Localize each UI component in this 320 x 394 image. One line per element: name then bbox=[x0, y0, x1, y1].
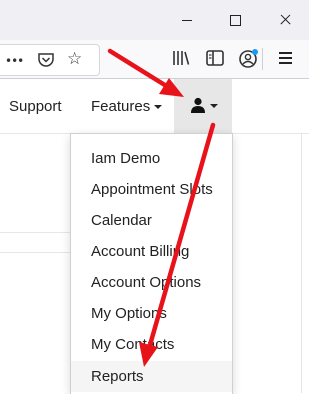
page-divider bbox=[0, 232, 72, 233]
nav-features-label: Features bbox=[91, 98, 151, 115]
nav-support-link[interactable]: Support bbox=[9, 98, 62, 115]
library-icon[interactable] bbox=[171, 48, 191, 68]
toolbar-separator bbox=[262, 48, 263, 70]
user-menu-toggle[interactable] bbox=[174, 79, 232, 133]
address-bar[interactable]: ••• ☆ bbox=[0, 44, 100, 76]
page-edge bbox=[301, 133, 302, 393]
site-navbar: Support Features bbox=[0, 79, 309, 134]
minimize-icon[interactable] bbox=[164, 0, 210, 40]
hamburger-menu-icon[interactable] bbox=[279, 52, 292, 67]
maximize-icon[interactable] bbox=[212, 0, 258, 40]
menu-item-my-contacts[interactable]: My Contacts bbox=[71, 329, 232, 360]
account-icon[interactable] bbox=[238, 48, 260, 70]
window-titlebar bbox=[0, 0, 309, 40]
more-dots-icon[interactable]: ••• bbox=[5, 54, 24, 68]
menu-item-my-options[interactable]: My Options bbox=[71, 298, 232, 329]
close-icon[interactable] bbox=[262, 0, 308, 40]
menu-item-iam-demo[interactable]: Iam Demo bbox=[71, 143, 232, 174]
pocket-icon[interactable] bbox=[37, 51, 55, 69]
bookmark-star-icon[interactable]: ☆ bbox=[67, 50, 82, 68]
menu-item-appointment-slots[interactable]: Appointment Slots bbox=[71, 174, 232, 205]
sidebar-icon[interactable] bbox=[205, 48, 225, 68]
nav-features-dropdown[interactable]: Features bbox=[91, 98, 163, 115]
caret-down-icon bbox=[210, 104, 218, 108]
menu-item-account-billing[interactable]: Account Billing bbox=[71, 236, 232, 267]
caret-down-icon bbox=[154, 105, 163, 110]
menu-item-reports[interactable]: Reports bbox=[71, 361, 232, 392]
menu-item-account-options[interactable]: Account Options bbox=[71, 267, 232, 298]
browser-toolbar: ••• ☆ bbox=[0, 40, 309, 79]
user-icon bbox=[191, 97, 205, 113]
user-dropdown-menu: Iam Demo Appointment Slots Calendar Acco… bbox=[70, 133, 233, 394]
page-divider bbox=[0, 252, 72, 253]
menu-item-calendar[interactable]: Calendar bbox=[71, 205, 232, 236]
